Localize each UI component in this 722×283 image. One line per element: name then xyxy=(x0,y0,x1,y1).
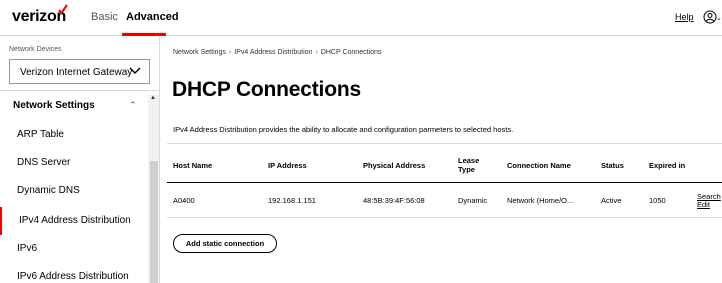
column-header-connection-name: Connection Name xyxy=(507,161,571,170)
network-device-select[interactable]: Verizon Internet Gateway xyxy=(9,59,150,84)
column-header-expired-in: Expired in xyxy=(649,161,686,170)
sidebar-scrollbar-thumb[interactable] xyxy=(150,161,158,283)
active-tab-indicator xyxy=(122,33,166,36)
table-row-divider xyxy=(167,217,722,218)
breadcrumb-item[interactable]: Network Settings xyxy=(173,49,226,56)
sidebar: Network Devices Verizon Internet Gateway… xyxy=(0,37,160,283)
tab-basic[interactable]: Basic xyxy=(91,11,118,23)
sidebar-item-label: IPv4 Address Distribution xyxy=(19,215,131,226)
sidebar-divider xyxy=(0,90,159,91)
page-description: IPv4 Address Distribution provides the a… xyxy=(173,125,514,134)
breadcrumb: Network Settings › IPv4 Address Distributi… xyxy=(173,49,381,56)
sidebar-section-network-settings[interactable]: Network Settings xyxy=(13,100,95,111)
sidebar-item-label: Dynamic DNS xyxy=(17,185,80,196)
sidebar-item-label: DNS Server xyxy=(17,157,71,168)
cell-status: Active xyxy=(601,196,622,205)
page-title: DHCP Connections xyxy=(172,78,361,101)
table-header-divider xyxy=(167,182,722,183)
chevron-down-icon[interactable]: ⌄ xyxy=(716,14,722,22)
cell-expired-in: 1050 xyxy=(649,196,666,205)
cell-lease-type: Dynamic xyxy=(458,196,488,205)
sidebar-item-label: IPv6 Address Distribution xyxy=(17,271,129,282)
cell-host-name: A0400 xyxy=(173,196,195,205)
logo-check-icon xyxy=(58,4,68,14)
column-header-physical-address: Physical Address xyxy=(363,161,426,170)
sidebar-item-label: ARP Table xyxy=(17,129,64,140)
column-header-ip-address: IP Address xyxy=(268,161,307,170)
column-header-status: Status xyxy=(601,161,624,170)
sidebar-item-dns-server[interactable]: DNS Server xyxy=(0,149,148,177)
network-devices-label: Network Devices xyxy=(9,46,62,53)
cell-connection-name: Network (Home/O... xyxy=(507,196,574,205)
tab-advanced[interactable]: Advanced xyxy=(126,11,179,23)
sidebar-item-dynamic-dns[interactable]: Dynamic DNS xyxy=(0,177,148,205)
sidebar-item-ipv6-address-distribution[interactable]: IPv6 Address Distribution xyxy=(0,263,148,283)
sidebar-item-arp-table[interactable]: ARP Table xyxy=(0,121,148,149)
cell-ip-address: 192.168.1.151 xyxy=(268,196,316,205)
breadcrumb-separator-icon: › xyxy=(315,49,318,56)
sidebar-item-ipv6[interactable]: IPv6 xyxy=(0,235,148,263)
chevron-down-icon xyxy=(129,67,141,75)
breadcrumb-item-current: DHCP Connections xyxy=(320,49,382,56)
sidebar-item-ipv4-address-distribution[interactable]: IPv4 Address Distribution xyxy=(0,207,148,235)
sidebar-item-label: IPv6 xyxy=(17,243,38,254)
edit-link[interactable]: Edit xyxy=(697,200,710,209)
scroll-up-icon[interactable]: ▲ xyxy=(150,95,156,101)
column-header-host-name: Host Name xyxy=(173,161,213,170)
chevron-up-icon[interactable]: ⌃ xyxy=(129,100,137,111)
column-header-lease-type: Lease Type xyxy=(458,156,480,174)
table-top-border xyxy=(167,143,722,144)
top-bar: verizon Basic Advanced Help ⌄ xyxy=(0,0,722,36)
breadcrumb-separator-icon: › xyxy=(228,49,232,56)
breadcrumb-item[interactable]: IPv4 Address Distribution xyxy=(234,49,312,56)
help-link[interactable]: Help xyxy=(675,12,694,22)
user-icon[interactable] xyxy=(703,10,717,24)
add-static-connection-button[interactable]: Add static connection xyxy=(173,234,277,253)
network-device-value: Verizon Internet Gateway xyxy=(20,67,133,78)
cell-physical-address: 48:5B:39:4F:56:08 xyxy=(363,196,425,205)
